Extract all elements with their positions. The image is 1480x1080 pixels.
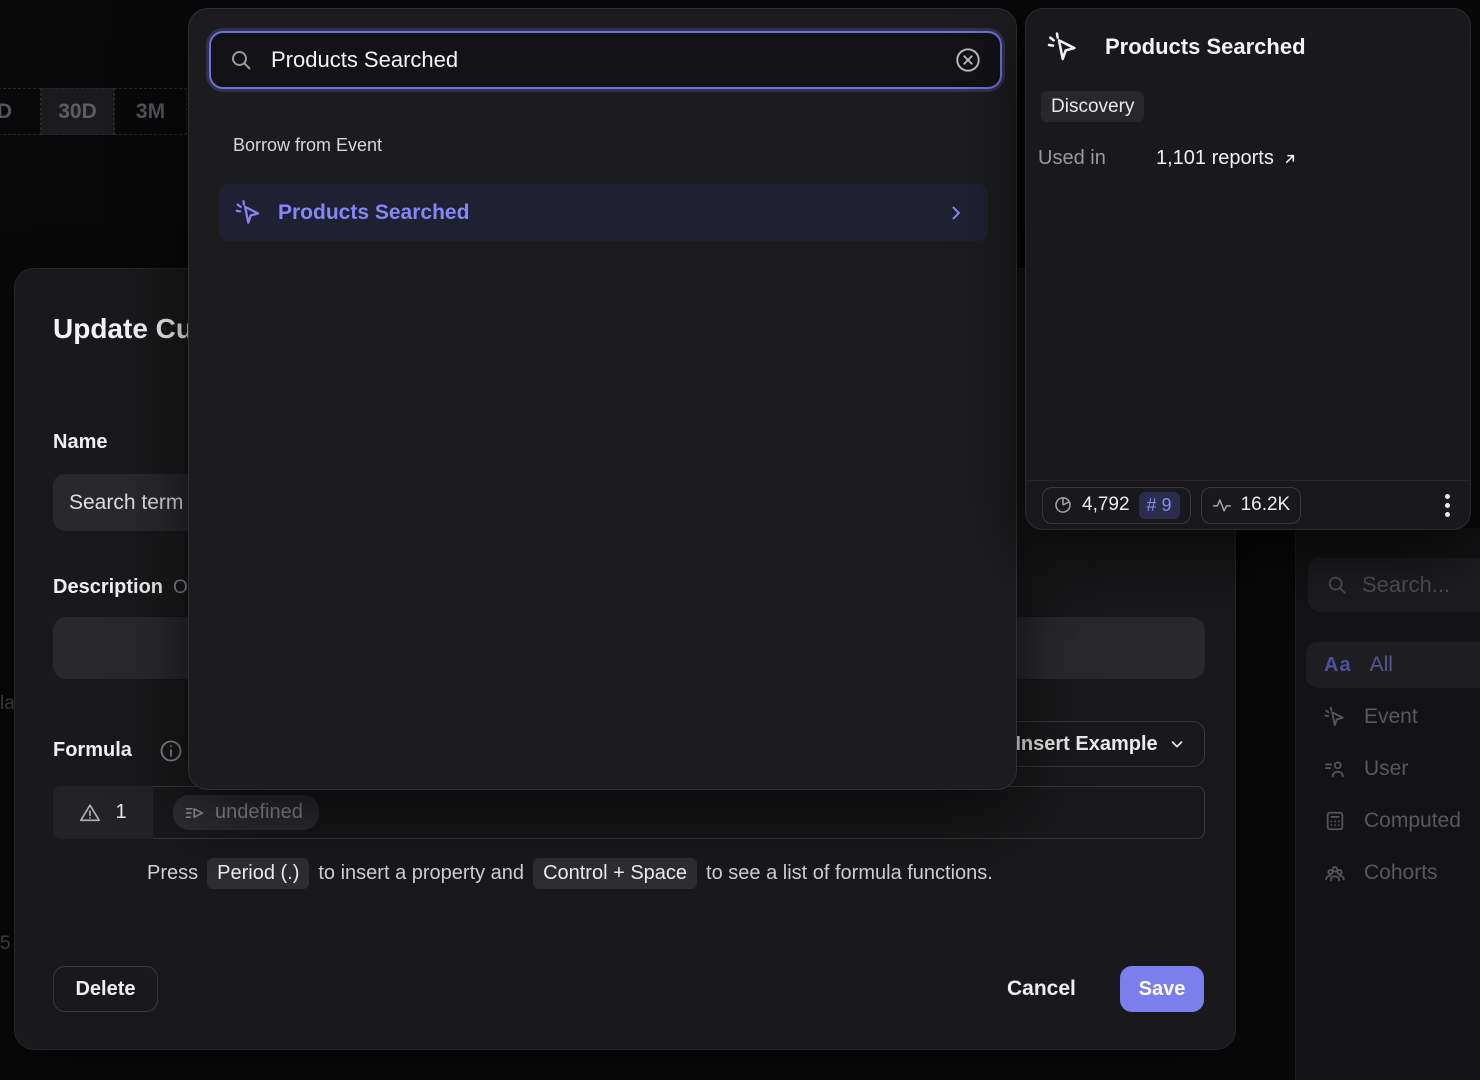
formula-chip-label: undefined bbox=[215, 801, 303, 824]
formula-error-count: 1 bbox=[115, 801, 126, 824]
hint-text: Press bbox=[147, 862, 198, 885]
info-icon[interactable] bbox=[159, 739, 183, 763]
computed-icon bbox=[1324, 810, 1346, 832]
pie-chart-icon bbox=[1053, 495, 1073, 515]
filter-item-label: All bbox=[1370, 653, 1393, 677]
background-text-fragment: 5 bbox=[0, 933, 11, 955]
cohorts-icon bbox=[1324, 862, 1346, 884]
event-card-footer: 4,792 # 9 16.2K bbox=[1026, 480, 1470, 529]
modal-title: Update Cu bbox=[53, 313, 193, 345]
cancel-button[interactable]: Cancel bbox=[995, 966, 1088, 1012]
used-in-row: Used in 1,101 reports bbox=[1038, 147, 1298, 170]
dialog-search-value: Products Searched bbox=[271, 47, 954, 73]
user-icon bbox=[1324, 758, 1346, 780]
filter-item-label: Cohorts bbox=[1364, 861, 1438, 885]
more-options-kebab-icon[interactable] bbox=[1441, 490, 1454, 521]
insert-example-button[interactable]: Insert Example bbox=[996, 721, 1205, 767]
activity-pulse-icon bbox=[1212, 495, 1232, 515]
filter-item-label: User bbox=[1364, 757, 1408, 781]
event-details-card: Products Searched Discovery Used in 1,10… bbox=[1025, 8, 1471, 530]
category-badge: Discovery bbox=[1041, 91, 1144, 122]
used-in-label: Used in bbox=[1038, 147, 1156, 170]
filter-item-computed[interactable]: Computed bbox=[1306, 798, 1480, 844]
save-button[interactable]: Save bbox=[1120, 966, 1204, 1012]
time-range-selector: D 30D 3M bbox=[0, 88, 187, 135]
queries-stat-pill[interactable]: 4,792 # 9 bbox=[1042, 487, 1191, 524]
time-range-7d[interactable]: D bbox=[0, 88, 41, 135]
dialog-search-input[interactable]: Products Searched bbox=[209, 31, 1002, 89]
filter-item-label: Event bbox=[1364, 705, 1418, 729]
kbd-control-space: Control + Space bbox=[533, 858, 697, 889]
queries-value: 4,792 bbox=[1082, 494, 1130, 516]
time-range-3m-label: 3M bbox=[136, 100, 165, 124]
formula-editor-row: 1 undefined bbox=[53, 786, 1205, 839]
volume-stat-pill[interactable]: 16.2K bbox=[1201, 487, 1302, 524]
hint-text: to insert a property and bbox=[318, 862, 524, 885]
formula-input[interactable]: undefined bbox=[153, 786, 1205, 839]
font-aa-icon: Aa bbox=[1324, 654, 1352, 677]
property-filter-panel: Search... Aa All Event User Computed Coh… bbox=[1295, 528, 1480, 1080]
name-input-value: Search term bbox=[69, 491, 183, 515]
formula-label: Formula bbox=[53, 739, 132, 762]
delete-button[interactable]: Delete bbox=[53, 966, 158, 1012]
rank-chip: # 9 bbox=[1139, 492, 1180, 519]
borrow-from-event-label: Borrow from Event bbox=[233, 135, 382, 156]
chevron-down-icon bbox=[1168, 735, 1186, 753]
time-range-30d[interactable]: 30D bbox=[41, 88, 114, 135]
filter-item-label: Computed bbox=[1364, 809, 1461, 833]
external-link-arrow-icon bbox=[1282, 151, 1298, 167]
search-icon bbox=[1326, 574, 1348, 596]
event-icon bbox=[1324, 706, 1346, 728]
property-search-dialog: Products Searched Borrow from Event Prod… bbox=[188, 8, 1017, 790]
volume-value: 16.2K bbox=[1241, 494, 1291, 516]
formula-property-chip[interactable]: undefined bbox=[173, 795, 319, 830]
event-card-header: Products Searched bbox=[1047, 31, 1306, 63]
time-range-3m[interactable]: 3M bbox=[114, 88, 187, 135]
warning-icon bbox=[79, 802, 101, 824]
filter-item-user[interactable]: User bbox=[1306, 746, 1480, 792]
kbd-period: Period (.) bbox=[207, 858, 309, 889]
event-property-icon bbox=[185, 803, 205, 823]
search-icon bbox=[229, 48, 253, 72]
filter-item-event[interactable]: Event bbox=[1306, 694, 1480, 740]
time-range-30d-label: 30D bbox=[58, 100, 97, 124]
event-icon bbox=[235, 199, 262, 226]
formula-hint: Press Period (.) to insert a property an… bbox=[147, 858, 1147, 889]
description-label-text: Description bbox=[53, 576, 163, 598]
panel-search-placeholder: Search... bbox=[1362, 572, 1450, 598]
formula-error-gutter: 1 bbox=[53, 786, 153, 839]
event-result-row[interactable]: Products Searched bbox=[219, 184, 988, 241]
time-range-7d-label: D bbox=[0, 100, 12, 124]
used-in-link[interactable]: 1,101 reports bbox=[1156, 147, 1298, 170]
event-icon bbox=[1047, 31, 1079, 63]
hint-text: to see a list of formula functions. bbox=[706, 862, 993, 885]
panel-search-input[interactable]: Search... bbox=[1308, 558, 1480, 612]
filter-item-all[interactable]: Aa All bbox=[1306, 642, 1480, 688]
clear-search-icon[interactable] bbox=[954, 46, 982, 74]
event-card-title: Products Searched bbox=[1105, 34, 1306, 60]
insert-example-label: Insert Example bbox=[1015, 733, 1157, 756]
chevron-right-icon bbox=[946, 203, 966, 223]
name-label: Name bbox=[53, 431, 107, 454]
used-in-value: 1,101 reports bbox=[1156, 147, 1274, 170]
event-result-label: Products Searched bbox=[278, 201, 946, 225]
filter-item-cohorts[interactable]: Cohorts bbox=[1306, 850, 1480, 896]
